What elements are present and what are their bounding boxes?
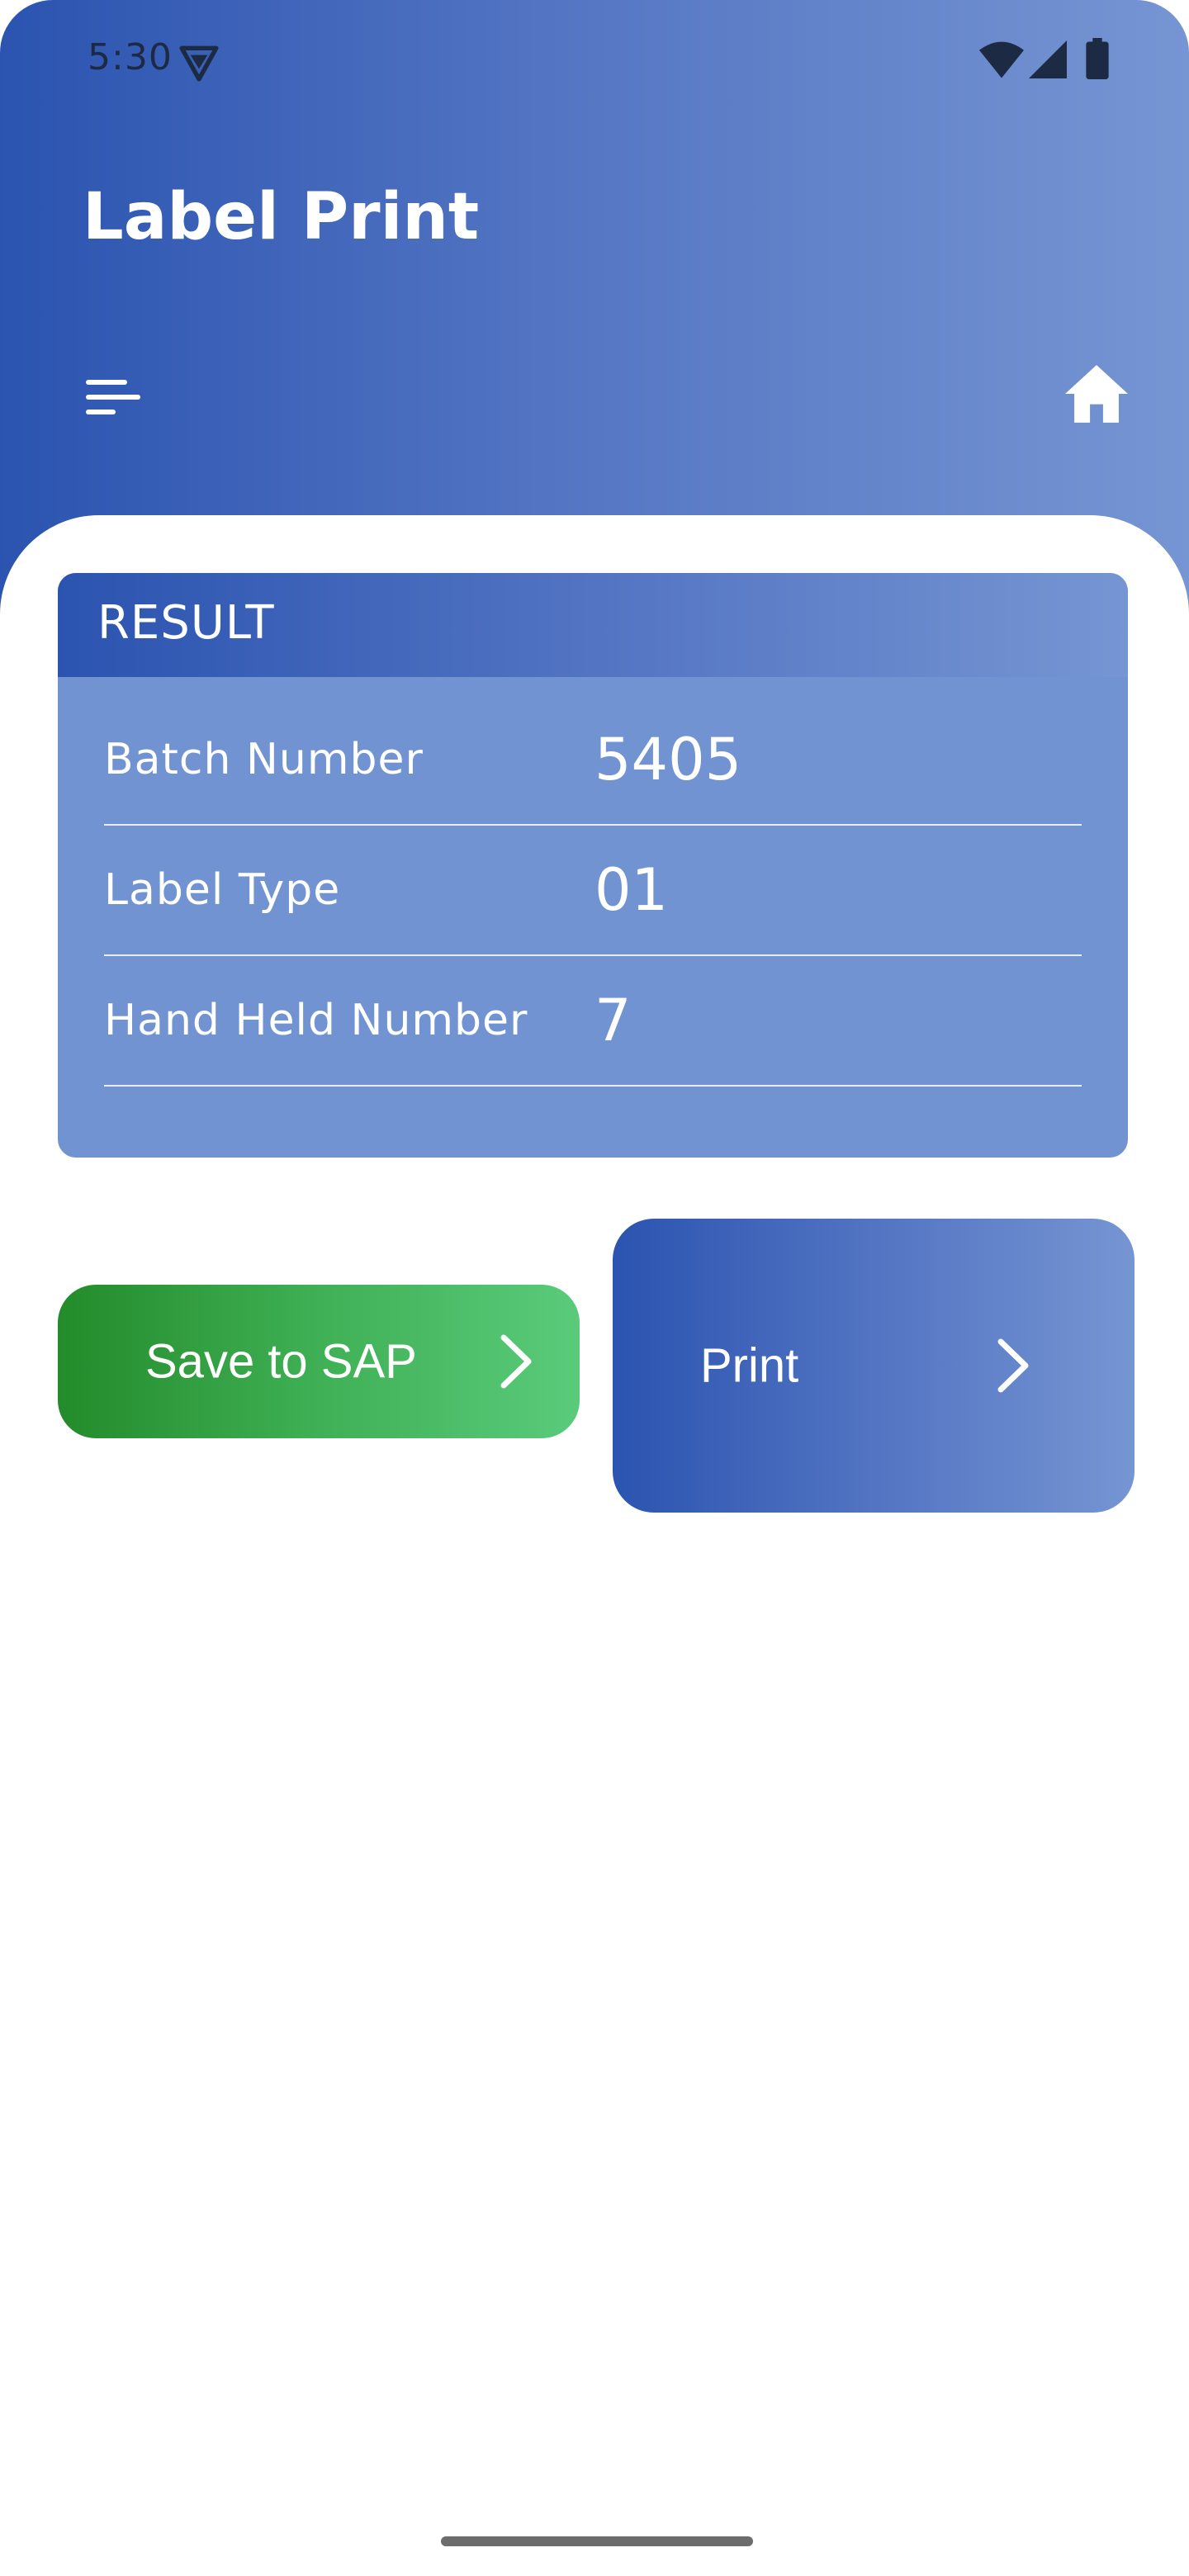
result-row-batch-number: Batch Number 5405	[104, 695, 1082, 826]
battery-icon	[1086, 38, 1109, 79]
result-row-label-type: Label Type 01	[104, 826, 1082, 956]
menu-icon[interactable]	[86, 376, 140, 419]
label-type-label: Label Type	[104, 865, 341, 915]
chevron-right-icon	[500, 1334, 532, 1389]
print-button[interactable]: Print	[613, 1219, 1135, 1513]
app-screen: 5:30 Label Print RESULT Batch Number 540…	[0, 0, 1189, 2576]
print-label: Print	[700, 1338, 799, 1393]
result-header: RESULT	[58, 573, 1128, 677]
signal-icon	[1029, 40, 1067, 78]
batch-number-label: Batch Number	[104, 735, 424, 784]
result-row-hand-held-number: Hand Held Number 7	[104, 956, 1082, 1087]
hand-held-number-label: Hand Held Number	[104, 996, 528, 1045]
batch-number-value: 5405	[594, 726, 742, 793]
page-title: Label Print	[83, 180, 480, 254]
label-type-value: 01	[594, 856, 669, 924]
home-icon[interactable]	[1065, 365, 1128, 423]
vpn-icon	[179, 45, 219, 82]
wifi-icon	[979, 41, 1024, 78]
chevron-right-icon	[997, 1338, 1029, 1393]
status-bar: 5:30	[0, 0, 1189, 116]
save-to-sap-button[interactable]: Save to SAP	[58, 1285, 580, 1438]
status-time: 5:30	[88, 36, 173, 78]
save-to-sap-label: Save to SAP	[145, 1334, 417, 1389]
result-title: RESULT	[97, 596, 275, 650]
result-card: RESULT Batch Number 5405 Label Type 01 H…	[58, 573, 1128, 1158]
hand-held-number-value: 7	[594, 987, 632, 1054]
gesture-nav-handle[interactable]	[441, 2536, 753, 2546]
